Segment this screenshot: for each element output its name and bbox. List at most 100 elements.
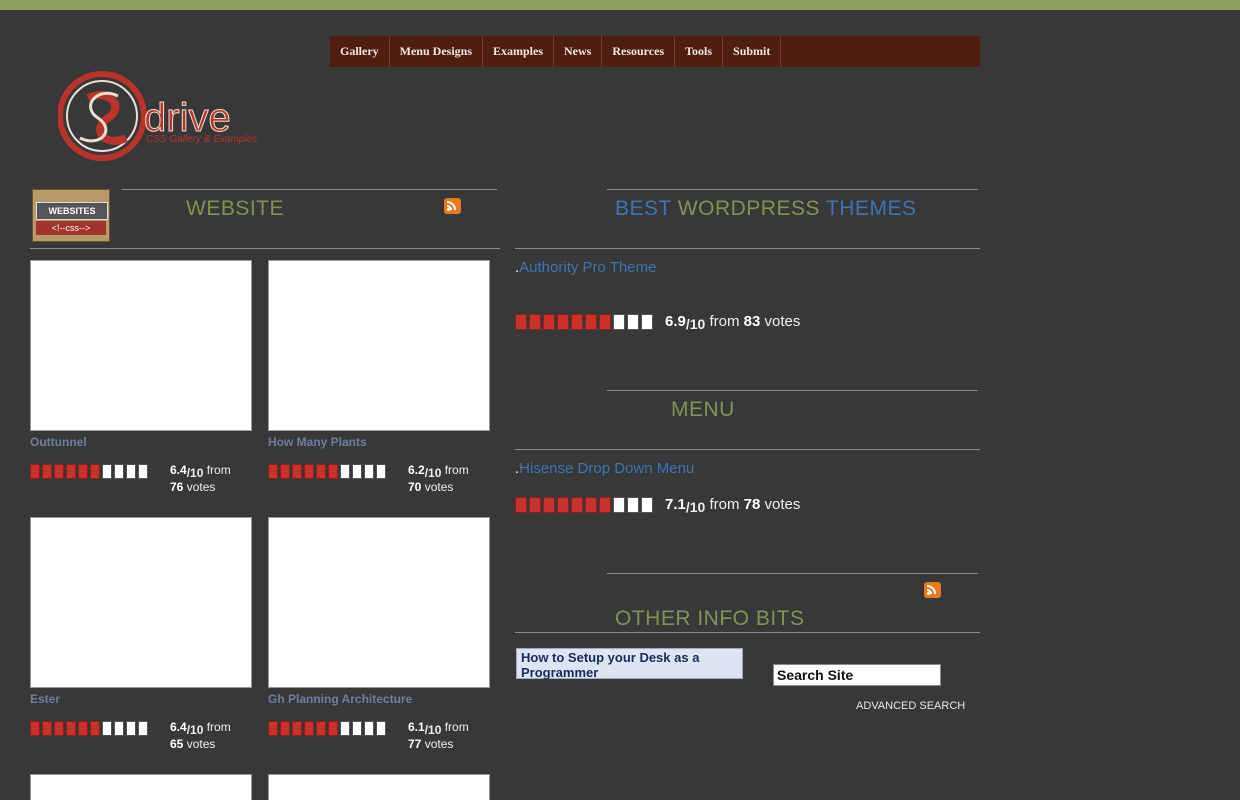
rating-segment[interactable] xyxy=(54,464,64,479)
card-title-4[interactable]: Gh Planning Architecture xyxy=(268,692,412,706)
menu-top-rule xyxy=(607,390,978,391)
rating-segment[interactable] xyxy=(585,497,597,513)
rating-segment[interactable] xyxy=(126,464,136,479)
info-rss-icon[interactable] xyxy=(924,582,941,598)
site-logo[interactable]: drive CSS Gallery & Examples xyxy=(58,68,288,168)
advanced-search-link[interactable]: ADVANCED SEARCH xyxy=(856,700,965,712)
nav-examples[interactable]: Examples xyxy=(483,36,555,67)
rating-segment[interactable] xyxy=(90,464,100,479)
websites-badge[interactable]: WEBSITES <!--css--> xyxy=(32,189,110,242)
rating-segment[interactable] xyxy=(304,721,314,736)
nav-submit[interactable]: Submit xyxy=(723,36,782,67)
rating-segment[interactable] xyxy=(114,721,124,736)
rating-segment[interactable] xyxy=(114,464,124,479)
rating-segment[interactable] xyxy=(599,497,611,513)
rating-segment[interactable] xyxy=(292,464,302,479)
rating-segment[interactable] xyxy=(376,721,386,736)
rating-segment[interactable] xyxy=(78,464,88,479)
theme-rating[interactable] xyxy=(515,314,653,330)
card-rating-3[interactable] xyxy=(30,721,148,736)
theme-score: 6.9/10 from 83 votes xyxy=(665,313,801,332)
card-rating-2[interactable] xyxy=(268,464,386,479)
rating-segment[interactable] xyxy=(328,721,338,736)
rating-segment[interactable] xyxy=(30,464,40,479)
rating-segment[interactable] xyxy=(30,721,40,736)
rating-segment[interactable] xyxy=(66,464,76,479)
website-rss-icon[interactable] xyxy=(444,198,461,214)
rating-segment[interactable] xyxy=(641,497,653,513)
rating-segment[interactable] xyxy=(316,464,326,479)
rating-segment[interactable] xyxy=(557,314,569,330)
rating-segment[interactable] xyxy=(304,464,314,479)
nav-gallery[interactable]: Gallery xyxy=(330,36,390,67)
rating-segment[interactable] xyxy=(571,314,583,330)
rating-segment[interactable] xyxy=(316,721,326,736)
card-thumbnail-5[interactable] xyxy=(30,774,252,800)
rating-segment[interactable] xyxy=(641,314,653,330)
rating-segment[interactable] xyxy=(352,464,362,479)
rating-segment[interactable] xyxy=(138,464,148,479)
rating-segment[interactable] xyxy=(54,721,64,736)
rating-segment[interactable] xyxy=(78,721,88,736)
themes-top-rule xyxy=(607,189,978,190)
rating-segment[interactable] xyxy=(627,497,639,513)
card-score-2: 6.2/10 from 70 votes xyxy=(408,463,469,494)
rating-segment[interactable] xyxy=(42,721,52,736)
menu-rating[interactable] xyxy=(515,497,653,513)
rating-segment[interactable] xyxy=(364,464,374,479)
rating-segment[interactable] xyxy=(102,464,112,479)
info-article-title[interactable]: How to Setup your Desk as a Programmer xyxy=(516,648,743,680)
main-nav: Gallery Menu Designs Examples News Resou… xyxy=(330,36,980,67)
card-rating-4[interactable] xyxy=(268,721,386,736)
card-score-4: 6.1/10 from 77 votes xyxy=(408,720,469,751)
rating-segment[interactable] xyxy=(102,721,112,736)
badge-label: WEBSITES xyxy=(36,202,108,220)
rating-segment[interactable] xyxy=(280,464,290,479)
card-title-2[interactable]: How Many Plants xyxy=(268,435,367,449)
rating-segment[interactable] xyxy=(543,497,555,513)
card-rating-1[interactable] xyxy=(30,464,148,479)
card-thumbnail-4[interactable] xyxy=(268,517,490,688)
rating-segment[interactable] xyxy=(42,464,52,479)
theme-link[interactable]: .Authority Pro Theme xyxy=(515,259,656,276)
nav-resources[interactable]: Resources xyxy=(602,36,676,67)
rating-segment[interactable] xyxy=(571,497,583,513)
rating-segment[interactable] xyxy=(376,464,386,479)
search-input[interactable]: Search Site xyxy=(773,664,941,686)
rating-segment[interactable] xyxy=(529,497,541,513)
card-thumbnail-1[interactable] xyxy=(30,260,252,431)
rating-segment[interactable] xyxy=(292,721,302,736)
card-thumbnail-6[interactable] xyxy=(268,774,490,800)
menu-link[interactable]: .Hisense Drop Down Menu xyxy=(515,460,694,477)
themes-bottom-rule xyxy=(515,248,980,249)
rating-segment[interactable] xyxy=(268,464,278,479)
rating-segment[interactable] xyxy=(66,721,76,736)
rating-segment[interactable] xyxy=(126,721,136,736)
rating-segment[interactable] xyxy=(364,721,374,736)
rating-segment[interactable] xyxy=(352,721,362,736)
rating-segment[interactable] xyxy=(557,497,569,513)
rating-segment[interactable] xyxy=(627,314,639,330)
rating-segment[interactable] xyxy=(613,497,625,513)
rating-segment[interactable] xyxy=(138,721,148,736)
card-thumbnail-2[interactable] xyxy=(268,260,490,431)
nav-menu-designs[interactable]: Menu Designs xyxy=(390,36,483,67)
rating-segment[interactable] xyxy=(280,721,290,736)
rating-segment[interactable] xyxy=(340,721,350,736)
nav-tools[interactable]: Tools xyxy=(675,36,724,67)
rating-segment[interactable] xyxy=(328,464,338,479)
rating-segment[interactable] xyxy=(543,314,555,330)
rating-segment[interactable] xyxy=(340,464,350,479)
card-title-3[interactable]: Ester xyxy=(30,692,60,706)
rating-segment[interactable] xyxy=(585,314,597,330)
rating-segment[interactable] xyxy=(515,497,527,513)
rating-segment[interactable] xyxy=(599,314,611,330)
rating-segment[interactable] xyxy=(90,721,100,736)
rating-segment[interactable] xyxy=(515,314,527,330)
card-thumbnail-3[interactable] xyxy=(30,517,252,688)
rating-segment[interactable] xyxy=(613,314,625,330)
rating-segment[interactable] xyxy=(529,314,541,330)
card-title-1[interactable]: Outtunnel xyxy=(30,435,87,449)
nav-news[interactable]: News xyxy=(554,36,603,67)
rating-segment[interactable] xyxy=(268,721,278,736)
